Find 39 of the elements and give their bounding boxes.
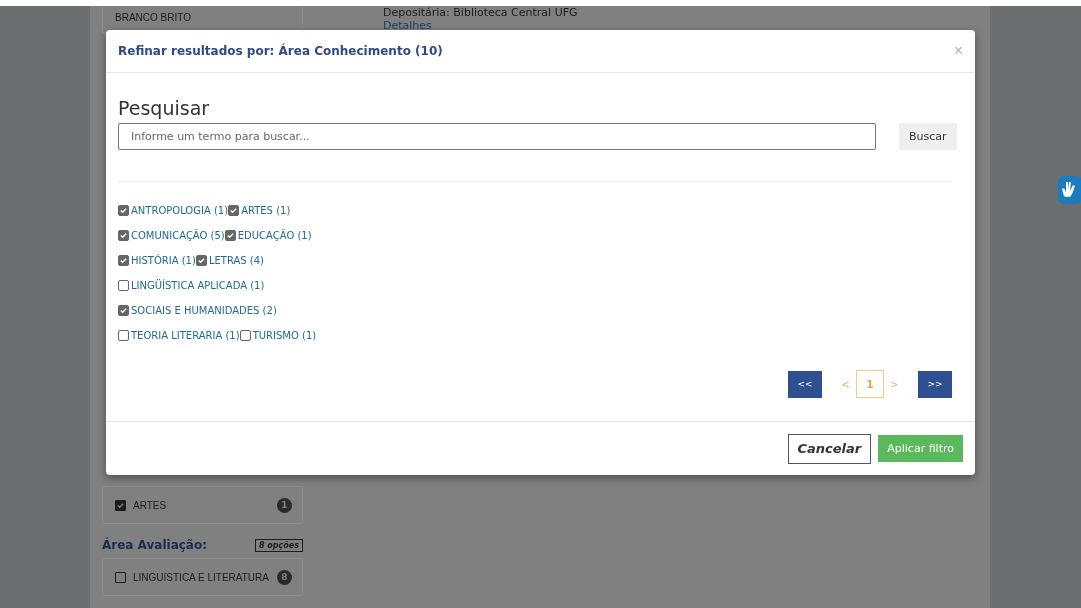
option-link[interactable]: COMUNICAÇÃO (5): [131, 229, 225, 241]
checkbox[interactable]: [118, 254, 129, 266]
checkbox[interactable]: [195, 254, 207, 266]
checkbox[interactable]: [118, 229, 129, 241]
search-field[interactable]: Informe um termo para buscar...: [118, 123, 876, 150]
option-link[interactable]: EDUCAÇÃO (1): [237, 229, 312, 241]
search-button[interactable]: Buscar: [899, 123, 957, 150]
checkbox[interactable]: [239, 329, 251, 341]
checkbox[interactable]: [224, 229, 236, 241]
facet-label: LINGUíSTICA E LITERATURA: [133, 571, 270, 583]
option-link[interactable]: ARTES (1): [241, 204, 291, 216]
checkbox[interactable]: [115, 571, 126, 583]
checkbox[interactable]: [118, 304, 129, 316]
facet-item[interactable]: ARTES 1: [102, 486, 303, 524]
checkbox[interactable]: [115, 499, 126, 511]
option-link[interactable]: ANTROPOLOGIA (1): [131, 204, 229, 216]
count-badge: 1: [277, 497, 292, 513]
checkbox[interactable]: [118, 204, 129, 216]
count-badge: 8: [277, 569, 292, 585]
option-link[interactable]: TEORIA LITERARIA (1): [131, 329, 240, 341]
facet-item[interactable]: LINGUíSTICA E LITERATURA 8: [102, 558, 303, 596]
facet-group-title: Área Avaliação:: [102, 538, 207, 552]
checkbox[interactable]: [228, 204, 240, 216]
options-count-badge: 8 opções: [255, 538, 303, 552]
option-link[interactable]: LETRAS (4): [208, 254, 264, 266]
option-link[interactable]: HISTÓRIA (1): [131, 254, 196, 266]
author-name: BRANCO BRITO: [115, 12, 191, 23]
option-link[interactable]: TURISMO (1): [252, 329, 317, 341]
last-page-button[interactable]: >>: [918, 370, 952, 398]
option-link[interactable]: LINGÜÍSTICA APLICADA (1): [131, 279, 265, 291]
depositary-text: Depositária: Biblioteca Central UFG: [383, 6, 578, 19]
first-page-button[interactable]: <<: [788, 370, 822, 398]
modal-title: Refinar resultados por: Área Conhecimento (10): [118, 44, 443, 58]
search-heading: Pesquisar: [118, 97, 211, 119]
cancel-button[interactable]: Cancelar: [787, 433, 872, 464]
facet-label: ARTES: [133, 499, 168, 511]
checkbox[interactable]: [118, 279, 129, 291]
checkbox[interactable]: [118, 329, 129, 341]
option-link[interactable]: SOCIAIS E HUMANIDADES (2): [131, 304, 277, 316]
